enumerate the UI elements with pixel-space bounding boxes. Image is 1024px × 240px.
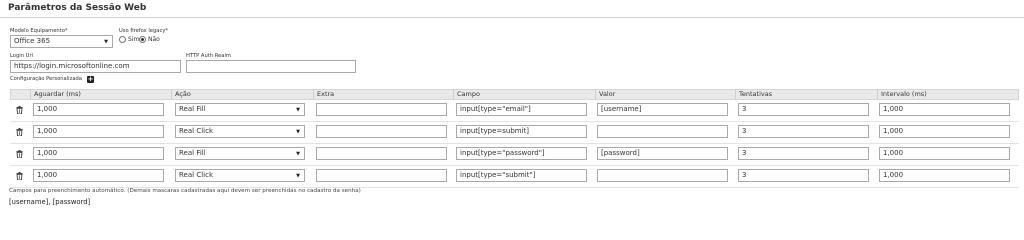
autofill-note: Campos para preenchimento automático. (D… — [9, 188, 361, 194]
trash-icon[interactable] — [16, 172, 23, 180]
table-header — [10, 89, 1019, 100]
header-separator — [877, 89, 878, 100]
attempts-input[interactable]: 3 — [738, 125, 869, 138]
login-url-label: Login Url — [10, 53, 34, 59]
col-header-action: Ação — [175, 90, 191, 98]
field-input[interactable]: input[type="password"] — [456, 147, 587, 160]
title-divider — [0, 17, 1024, 18]
action-select[interactable]: Real Fill ▼ — [175, 103, 305, 116]
extra-input[interactable] — [316, 147, 447, 160]
extra-input[interactable] — [316, 125, 447, 138]
interval-input[interactable]: 1,000 — [879, 103, 1010, 116]
add-config-button[interactable]: + — [87, 76, 94, 83]
trash-icon[interactable] — [16, 150, 23, 158]
wait-input[interactable]: 1,000 — [33, 169, 164, 182]
http-auth-label: HTTP Auth Realm — [186, 53, 231, 59]
interval-input[interactable]: 1,000 — [879, 169, 1010, 182]
action-select-value: Real Fill — [179, 105, 206, 113]
radio-sim-label: Sim — [128, 36, 140, 43]
action-select[interactable]: Real Click ▼ — [175, 169, 305, 182]
trash-icon[interactable] — [16, 106, 23, 114]
action-select[interactable]: Real Fill ▼ — [175, 147, 305, 160]
custom-config-label: Configuração Personalizada — [10, 76, 82, 82]
value-input[interactable]: [username] — [597, 103, 728, 116]
radio-nao-circle[interactable] — [139, 36, 146, 43]
action-select-value: Real Click — [179, 171, 213, 179]
page-title: Parâmetros da Sessão Web — [8, 3, 147, 13]
radio-nao-label: Não — [148, 36, 160, 43]
radio-nao[interactable]: Não — [139, 36, 160, 43]
field-input[interactable]: input[type="email"] — [456, 103, 587, 116]
col-header-interval: Intervalo (ms) — [881, 90, 927, 98]
value-input[interactable]: [password] — [597, 147, 728, 160]
field-input[interactable]: input[type="submit"] — [456, 169, 587, 182]
header-separator — [171, 89, 172, 100]
dropdown-arrow-icon: ▼ — [296, 173, 300, 179]
radio-sim-circle[interactable] — [119, 36, 126, 43]
col-header-attempts: Tentativas — [739, 90, 773, 98]
extra-input[interactable] — [316, 103, 447, 116]
header-separator — [313, 89, 314, 100]
dropdown-arrow-icon: ▼ — [296, 129, 300, 135]
action-select-value: Real Fill — [179, 149, 206, 157]
col-header-wait: Aguardar (ms) — [34, 90, 81, 98]
action-select[interactable]: Real Click ▼ — [175, 125, 305, 138]
header-separator — [453, 89, 454, 100]
attempts-input[interactable]: 3 — [738, 169, 869, 182]
header-separator — [735, 89, 736, 100]
attempts-input[interactable]: 3 — [738, 103, 869, 116]
field-input[interactable]: input[type=submit] — [456, 125, 587, 138]
http-auth-input[interactable] — [186, 60, 356, 73]
col-header-extra: Extra — [317, 90, 335, 98]
dropdown-arrow-icon: ▼ — [104, 39, 108, 45]
value-input[interactable] — [597, 169, 728, 182]
autofill-variables: [username], [password] — [9, 198, 91, 206]
radio-sim[interactable]: Sim — [119, 36, 139, 43]
equipment-select-value: Office 365 — [14, 37, 51, 45]
dropdown-arrow-icon: ▼ — [296, 107, 300, 113]
plus-icon: + — [87, 75, 94, 83]
header-separator — [595, 89, 596, 100]
wait-input[interactable]: 1,000 — [33, 103, 164, 116]
header-separator — [30, 89, 31, 100]
extra-input[interactable] — [316, 169, 447, 182]
action-select-value: Real Click — [179, 127, 213, 135]
trash-icon[interactable] — [16, 128, 23, 136]
equipment-select[interactable]: Office 365 ▼ — [10, 35, 113, 48]
login-url-input[interactable]: https://login.microsoftonline.com — [10, 60, 181, 73]
dropdown-arrow-icon: ▼ — [296, 151, 300, 157]
wait-input[interactable]: 1,000 — [33, 147, 164, 160]
interval-input[interactable]: 1,000 — [879, 147, 1010, 160]
col-header-field: Campo — [457, 90, 480, 98]
equipment-label: Modelo Equipamento* — [10, 28, 68, 34]
wait-input[interactable]: 1,000 — [33, 125, 164, 138]
col-header-value: Valor — [599, 90, 616, 98]
value-input[interactable] — [597, 125, 728, 138]
firefox-legacy-label: Uso firefox legacy* — [119, 28, 168, 34]
attempts-input[interactable]: 3 — [738, 147, 869, 160]
interval-input[interactable]: 1,000 — [879, 125, 1010, 138]
